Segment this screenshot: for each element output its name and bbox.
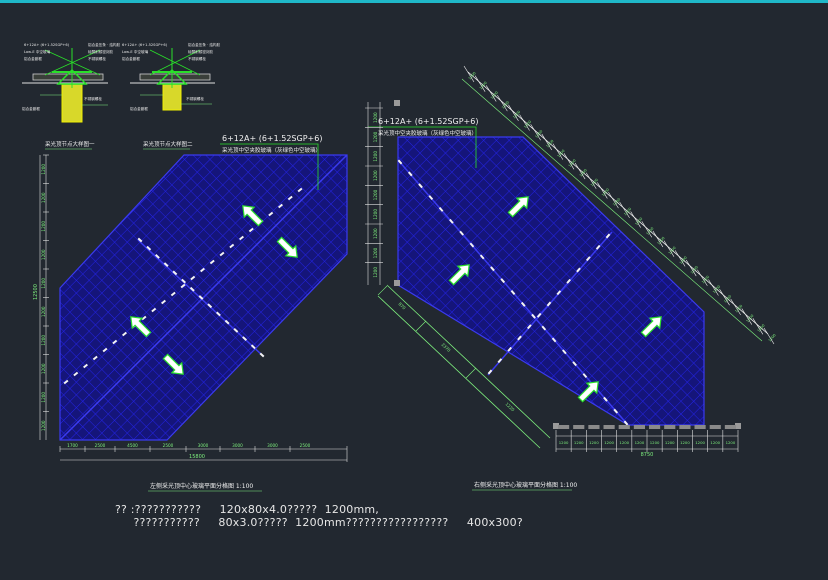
dimension-label: 1200: [41, 335, 46, 346]
node-callout-text: 硅酮耐候密封胶: [188, 49, 214, 54]
dimension-label: 1200: [373, 151, 378, 162]
node-detail-1: 6+12A+ (6+1.52SGP+6) 铝合金压条 · 结构胶 Low-E 中空玻…: [22, 42, 121, 150]
right-plan-total-width: 8750: [641, 452, 654, 458]
dimension-label: 2500: [95, 443, 106, 448]
node-detail-2-caption: 采光顶节点大样图二: [143, 140, 193, 148]
dimension-label: 1200: [41, 249, 46, 260]
node-detail-2: 6+12A+ (6+1.52SGP+6) 铝合金压条 · 结构胶 Low-E 中空玻…: [122, 42, 221, 150]
node-callout-text: 不锈钢螺栓: [188, 56, 206, 61]
dimension-label: 1200: [373, 170, 378, 181]
cad-drawing-canvas[interactable]: 6+12A+ (6+1.52SGP+6) 铝合金压条 · 结构胶Low-E 中空玻…: [0, 0, 828, 580]
node-callout-text: 铝合金副框: [22, 106, 40, 111]
left-skylight-plan: 6+12A+ (6+1.52SGP+6) 采光顶中空夹胶玻璃（灰绿色中空玻璃） …: [33, 134, 348, 492]
dimension-label: 1200: [373, 209, 378, 220]
dimension-label: 1200: [373, 112, 378, 123]
dimension-label: 1200: [373, 228, 378, 239]
dimension-label: 4500: [127, 443, 138, 448]
node-callout-text: Low-E 中空玻璃: [24, 49, 51, 54]
dimension-label: 1200: [680, 440, 690, 445]
dimension-label: 1200: [604, 440, 614, 445]
node-callout-text: 铝合金压条 · 结构胶: [188, 42, 221, 47]
dimension-label: 1200: [41, 363, 46, 374]
node-callout-text: 铝合金副框: [130, 106, 148, 111]
dimension-label: 1200: [589, 440, 599, 445]
dimension-label: 1200: [41, 221, 46, 232]
dimension-label: 1200: [41, 392, 46, 403]
dimension-label: 1200: [665, 440, 675, 445]
left-plan-vertical-dimensions: 1200 1200 1200 1200 1200 1200 1200 1200 1200 1200: [41, 154, 49, 431]
dimension-label: 1200: [695, 440, 705, 445]
node-callout-text: 铝合金副框: [122, 56, 140, 61]
dimension-label: 1200: [41, 192, 46, 203]
left-plan-total-width: 15800: [189, 454, 205, 460]
dimension-label: 1220: [504, 401, 515, 412]
dimension-label: 1200: [726, 440, 736, 445]
dimension-label: 1200: [41, 420, 46, 431]
dimension-label: 1200: [574, 440, 584, 445]
dimension-label: 1200: [41, 164, 46, 175]
node-callout-text: 铝合金副框: [24, 56, 42, 61]
node-callout-text: 硅酮耐候密封胶: [88, 49, 114, 54]
node-callout-text: Low-E 中空玻璃: [122, 49, 149, 54]
dimension-label: 3000: [198, 443, 209, 448]
node-callout-text: 不锈钢螺栓: [88, 56, 106, 61]
left-plan-caption: 左侧采光顶中心玻璃平面分格图 1:100: [150, 482, 253, 490]
dimension-label: 3000: [267, 443, 278, 448]
joint-marker: [259, 352, 265, 358]
dimension-label: 1700: [67, 443, 78, 448]
node-detail-1-caption: 采光顶节点大样图一: [45, 140, 95, 148]
right-skylight-plan: 6+12A+ (6+1.52SGP+6) 采光顶中空夹胶玻璃（灰绿色中空玻璃） …: [365, 65, 777, 491]
dimension-label: 2500: [163, 443, 174, 448]
dimension-label: 1200: [650, 440, 660, 445]
right-plan-spec-line2: 采光顶中空夹胶玻璃（灰绿色中空玻璃）: [378, 129, 477, 137]
dimension-label: 1200: [373, 131, 378, 142]
dimension-label: 1200: [710, 440, 720, 445]
left-plan-spec-line2: 采光顶中空夹胶玻璃（灰绿色中空玻璃）: [222, 146, 321, 154]
node-callout-text: 6+12A+ (6+1.52SGP+6): [122, 43, 168, 47]
dimension-label: 1200: [41, 278, 46, 289]
dimension-label: 2500: [300, 443, 311, 448]
dimension-label: 1200: [559, 440, 569, 445]
left-plan-spec-line1: 6+12A+ (6+1.52SGP+6): [222, 134, 322, 143]
dimension-label: 1200: [373, 189, 378, 200]
dimension-label: 2370: [440, 342, 451, 353]
node-callout-text: 6+12A+ (6+1.52SGP+6): [24, 43, 70, 47]
dimension-label: 1200: [373, 247, 378, 258]
dimension-label: 1200: [619, 440, 629, 445]
dimension-label: 1200: [373, 267, 378, 278]
notes-line-1: ?? :??????????? 120x80x4.0????? 1200mm,: [115, 503, 379, 516]
right-plan-bottom-dimensions: 1200 1200 1200 1200 1200 1200 1200 1200 1200 1200…: [555, 425, 739, 452]
node-callout-text: 铝合金压条 · 结构胶: [88, 42, 121, 47]
right-plan-caption: 右侧采光顶中心玻璃平面分格图 1:100: [474, 481, 577, 489]
right-plan-spec-line1: 6+12A+ (6+1.52SGP+6): [378, 117, 478, 126]
left-plan-total-height: 12500: [33, 284, 39, 300]
dimension-label: 1200: [635, 440, 645, 445]
notes-line-2: ??????????? 80x3.0????? 1200mm??????????…: [115, 516, 523, 529]
dimension-label: 1200: [41, 306, 46, 317]
node-callout-text: 不锈钢螺栓: [84, 96, 102, 101]
dimension-label: 3000: [232, 443, 243, 448]
steel-beam-section-1: [61, 83, 83, 123]
node-callout-text: 不锈钢螺栓: [186, 96, 204, 101]
